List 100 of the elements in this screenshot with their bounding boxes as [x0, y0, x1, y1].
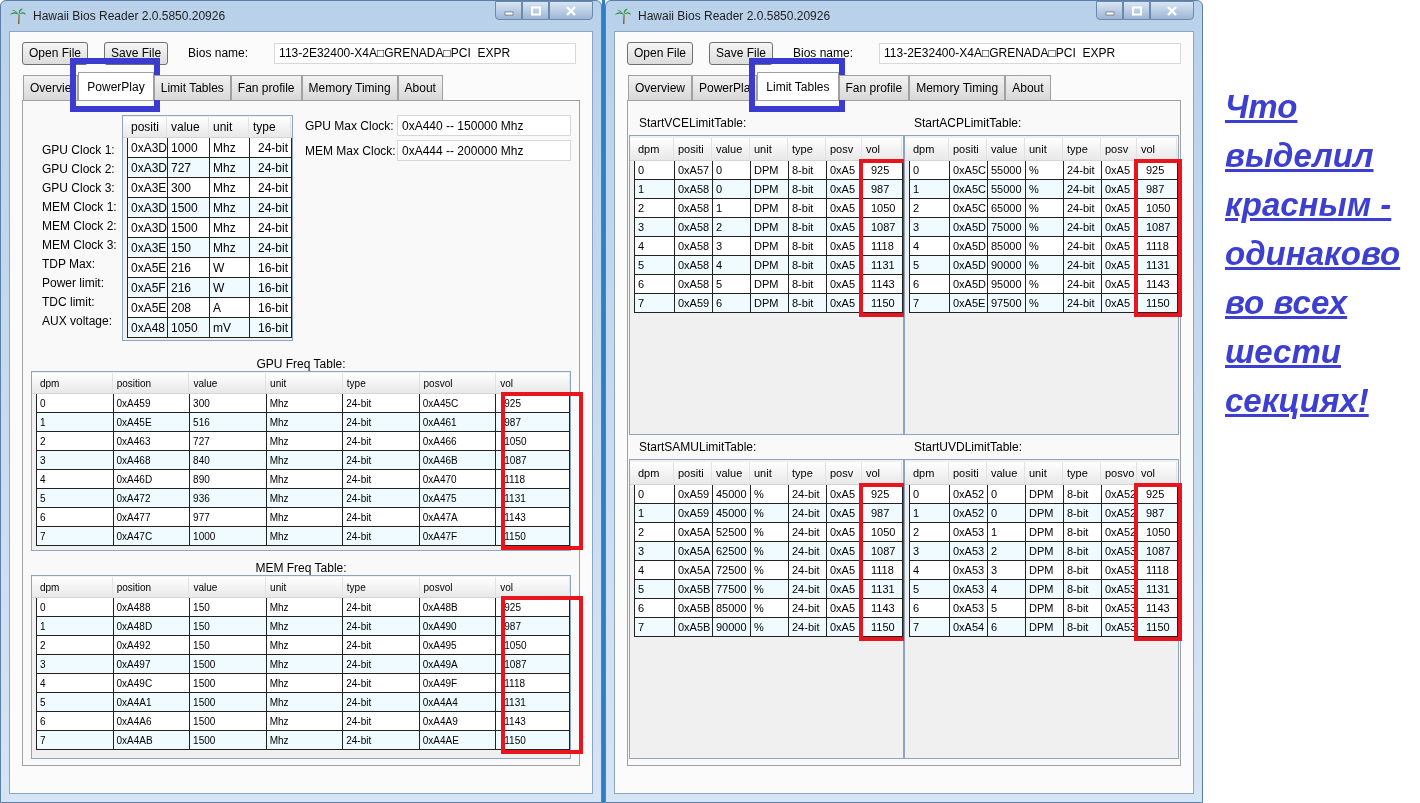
column-header[interactable]: dpm: [36, 577, 113, 597]
table-cell: %: [1026, 161, 1064, 179]
toolbar-button[interactable]: Save File: [709, 41, 773, 65]
column-header[interactable]: vol: [496, 373, 570, 393]
table-cell: 0xA5E: [950, 294, 988, 312]
table-cell: 0xA5D: [950, 218, 988, 236]
tab[interactable]: Overview: [628, 75, 692, 100]
minimize-button[interactable]: [495, 1, 522, 20]
column-header[interactable]: positi: [674, 462, 712, 484]
bios-name-field[interactable]: 113-2E32400-X4A□GRENADA□PCI EXPR: [879, 42, 1181, 64]
table-cell: 0xA45C: [419, 394, 497, 412]
tab[interactable]: PowerPla: [692, 75, 758, 100]
table-cell: 1087: [496, 655, 570, 673]
tab[interactable]: Fan profile: [838, 75, 910, 100]
column-header[interactable]: posv: [826, 462, 862, 484]
column-header[interactable]: unit: [266, 577, 343, 597]
tab[interactable]: Memory Timing: [301, 75, 398, 100]
bios-name-field[interactable]: 113-2E32400-X4A□GRENADA□PCI EXPR: [274, 42, 577, 64]
column-header[interactable]: unit: [1025, 462, 1063, 484]
column-header[interactable]: vol: [1137, 138, 1177, 160]
toolbar-button[interactable]: Open File: [22, 41, 89, 65]
table-cell: 24-bit: [343, 655, 420, 673]
table-cell: 0xA5: [827, 523, 863, 541]
column-header[interactable]: type: [342, 373, 420, 393]
tab[interactable]: About: [397, 75, 443, 100]
column-header[interactable]: posvol: [419, 373, 497, 393]
table-cell: 727: [190, 432, 267, 450]
table-cell: 150: [190, 636, 267, 654]
clock-field[interactable]: 0xA444 -- 200000 Mhz: [397, 140, 571, 161]
column-header[interactable]: vol: [862, 462, 902, 484]
close-button[interactable]: [1150, 1, 1194, 20]
column-header[interactable]: vol: [1137, 462, 1177, 484]
table-cell: Mhz: [266, 655, 344, 673]
table-cell: 0xA5A: [675, 523, 713, 541]
column-header[interactable]: unit: [209, 117, 249, 137]
column-header[interactable]: position: [112, 577, 190, 597]
column-header[interactable]: positi: [949, 462, 987, 484]
column-header[interactable]: vol: [862, 138, 902, 160]
column-header[interactable]: dpm: [909, 462, 949, 484]
column-header[interactable]: dpm: [634, 462, 674, 484]
table-cell: 7: [910, 294, 950, 312]
maximize-button[interactable]: [522, 1, 549, 20]
table-cell: Mhz: [266, 394, 344, 412]
table-cell: 0xA4A4: [419, 693, 497, 711]
column-header[interactable]: value: [712, 462, 750, 484]
column-header[interactable]: positi: [127, 117, 167, 137]
tab[interactable]: Memory Timing: [909, 75, 1006, 100]
tab[interactable]: Limit Tables: [757, 72, 839, 100]
table-cell: 3: [37, 655, 114, 673]
column-header[interactable]: type: [788, 462, 826, 484]
minimize-button[interactable]: [1096, 1, 1123, 20]
column-header[interactable]: type: [249, 117, 291, 137]
column-header[interactable]: dpm: [909, 138, 949, 160]
table-cell: 85000: [988, 237, 1026, 255]
tab[interactable]: Fan profile: [230, 75, 302, 100]
palm-tree-icon: [614, 7, 632, 25]
column-header[interactable]: value: [712, 138, 750, 160]
column-header[interactable]: unit: [750, 138, 788, 160]
column-header[interactable]: posvo: [1101, 462, 1137, 484]
maximize-button[interactable]: [1123, 1, 1150, 20]
table-cell: 5: [713, 275, 751, 293]
tab[interactable]: PowerPlay: [78, 72, 154, 100]
column-header[interactable]: type: [1063, 138, 1101, 160]
table-cell: 1150: [496, 731, 570, 749]
table-cell: 0xA461: [419, 413, 497, 431]
column-header[interactable]: positi: [674, 138, 712, 160]
column-header[interactable]: value: [189, 577, 267, 597]
column-header[interactable]: position: [112, 373, 190, 393]
table-cell: A: [210, 298, 250, 317]
tab[interactable]: Limit Tables: [153, 75, 231, 100]
column-header[interactable]: vol: [496, 577, 570, 597]
close-button[interactable]: [549, 1, 593, 20]
column-header[interactable]: dpm: [634, 138, 674, 160]
table-cell: Mhz: [210, 138, 250, 157]
column-header[interactable]: positi: [949, 138, 987, 160]
toolbar-button[interactable]: Open File: [627, 41, 693, 65]
table-title: MEM Freq Table:: [254, 561, 348, 575]
column-header[interactable]: type: [342, 577, 420, 597]
column-header[interactable]: unit: [1025, 138, 1063, 160]
table-cell: 24-bit: [343, 470, 420, 488]
column-header[interactable]: type: [788, 138, 826, 160]
column-header[interactable]: unit: [266, 373, 343, 393]
table-cell: 987: [496, 413, 570, 431]
table-cell: 0: [713, 180, 751, 198]
tab[interactable]: About: [1005, 75, 1051, 100]
table-cell: DPM: [1026, 504, 1064, 522]
table-cell: 208: [168, 298, 210, 317]
table-cell: 0xA5C: [950, 180, 988, 198]
column-header[interactable]: value: [987, 138, 1025, 160]
column-header[interactable]: value: [987, 462, 1025, 484]
column-header[interactable]: posvol: [419, 577, 497, 597]
column-header[interactable]: value: [167, 117, 209, 137]
column-header[interactable]: posv: [1101, 138, 1137, 160]
column-header[interactable]: value: [189, 373, 267, 393]
column-header[interactable]: unit: [750, 462, 788, 484]
column-header[interactable]: dpm: [36, 373, 113, 393]
column-header[interactable]: type: [1063, 462, 1101, 484]
column-header[interactable]: posv: [826, 138, 862, 160]
table-cell: 55000: [988, 180, 1026, 198]
clock-field[interactable]: 0xA440 -- 150000 Mhz: [397, 115, 571, 136]
